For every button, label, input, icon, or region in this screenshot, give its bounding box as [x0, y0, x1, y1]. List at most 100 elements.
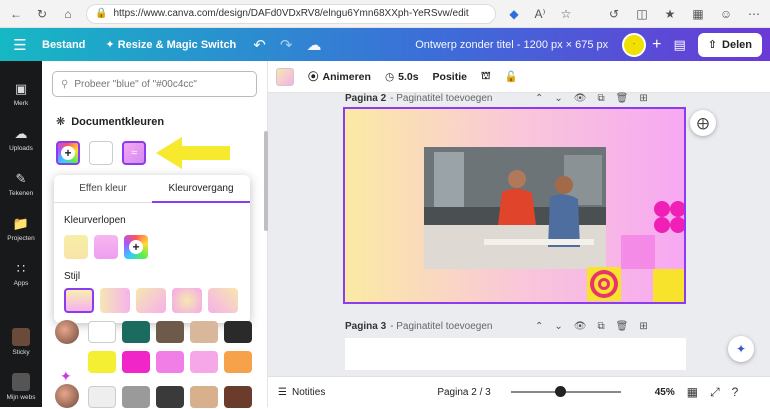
- color-swatch-white[interactable]: [89, 141, 113, 165]
- gradient-style-radial[interactable]: [172, 288, 202, 313]
- color-swatch[interactable]: [224, 321, 252, 343]
- collections-icon[interactable]: ▦: [690, 6, 706, 22]
- page-3-title-input[interactable]: - Paginatitel toevoegen: [390, 321, 492, 332]
- redo-icon[interactable]: ↷: [273, 36, 300, 54]
- add-page-icon[interactable]: ⊞: [639, 93, 647, 104]
- notes-label: Notities: [291, 386, 326, 398]
- address-bar[interactable]: 🔒 https://www.canva.com/design/DAFd0VDxR…: [86, 3, 496, 24]
- grid-view-icon[interactable]: ▦: [687, 385, 698, 399]
- fullscreen-icon[interactable]: ⤢: [710, 385, 720, 400]
- home-icon[interactable]: ⌂: [60, 6, 76, 22]
- color-swatch[interactable]: [122, 386, 150, 408]
- color-swatch[interactable]: [156, 321, 184, 343]
- magenta-circles-decoration: [654, 201, 684, 233]
- resize-button[interactable]: ✦ Resize & Magic Switch: [95, 38, 246, 51]
- page-indicator[interactable]: Pagina 2 / 3: [437, 387, 490, 398]
- add-page-icon[interactable]: ⊞: [639, 321, 647, 332]
- paint-roller-icon[interactable]: ⛫: [481, 70, 491, 84]
- move-down-icon[interactable]: ⌄: [554, 93, 562, 104]
- notes-button[interactable]: ☰ Notities: [278, 387, 325, 398]
- color-swatch[interactable]: [156, 351, 184, 373]
- add-collaborator-icon[interactable]: +: [652, 36, 661, 54]
- photo-color-thumb[interactable]: [55, 384, 79, 408]
- clock-icon: ◷: [384, 70, 395, 83]
- tab-solid-color[interactable]: Effen kleur: [54, 175, 152, 203]
- photo-color-thumb[interactable]: [55, 320, 79, 344]
- favorites-icon[interactable]: ★: [662, 6, 678, 22]
- rail-item-brand[interactable]: ▣ Merk: [0, 71, 42, 116]
- more-icon[interactable]: ⋯: [746, 6, 762, 22]
- file-button[interactable]: Bestand: [32, 39, 95, 51]
- profile-icon[interactable]: ☺: [718, 6, 734, 22]
- magic-assistant-button[interactable]: ✦: [728, 336, 754, 362]
- gradient-style-diagonal-reverse[interactable]: [208, 288, 238, 313]
- add-color-swatch[interactable]: +: [56, 141, 80, 165]
- magic-wand-icon[interactable]: ✦: [60, 368, 72, 385]
- rail-item-sticky[interactable]: Sticky: [0, 319, 42, 364]
- tab-gradient[interactable]: Kleurovergang: [152, 175, 250, 203]
- tag-icon[interactable]: ◆: [506, 6, 522, 22]
- position-button[interactable]: Positie: [433, 71, 467, 83]
- move-up-icon[interactable]: ⌃: [535, 321, 543, 332]
- color-swatch[interactable]: [190, 321, 218, 343]
- refresh-icon[interactable]: ↻: [34, 6, 50, 22]
- zoom-level[interactable]: 45%: [655, 387, 675, 398]
- gradient-swatch-pink[interactable]: [94, 235, 118, 259]
- page-2-title-input[interactable]: - Paginatitel toevoegen: [390, 93, 492, 104]
- split-icon[interactable]: ◫: [634, 6, 650, 22]
- rail-item-uploads[interactable]: ☁ Uploads: [0, 116, 42, 161]
- color-swatch[interactable]: [190, 386, 218, 408]
- move-up-icon[interactable]: ⌃: [535, 93, 543, 104]
- color-swatch[interactable]: [224, 386, 252, 408]
- background-color-button[interactable]: [276, 67, 294, 86]
- delete-page-icon[interactable]: 🗑: [616, 93, 629, 104]
- color-swatch[interactable]: [224, 351, 252, 373]
- gradient-style-diagonal[interactable]: [136, 288, 166, 313]
- help-icon[interactable]: ?: [732, 385, 739, 399]
- office-photo[interactable]: [424, 147, 606, 269]
- menu-icon[interactable]: ☰: [8, 36, 32, 54]
- design-page-3[interactable]: [345, 338, 686, 370]
- extensions-icon[interactable]: ↺: [606, 6, 622, 22]
- move-down-icon[interactable]: ⌄: [554, 321, 562, 332]
- add-gradient-swatch[interactable]: +: [124, 235, 148, 259]
- insights-icon[interactable]: ▤: [674, 37, 686, 53]
- share-button[interactable]: ⇧ Delen: [697, 32, 762, 57]
- rail-item-draw[interactable]: ✎ Tekenen: [0, 161, 42, 206]
- comment-button[interactable]: ⨁: [690, 110, 716, 136]
- gradient-style-vertical[interactable]: [64, 288, 94, 313]
- color-swatch[interactable]: [88, 351, 116, 373]
- back-icon[interactable]: ←: [8, 6, 24, 22]
- color-swatch[interactable]: [156, 386, 184, 408]
- undo-icon[interactable]: ↶: [246, 36, 273, 54]
- color-swatch[interactable]: [122, 351, 150, 373]
- color-swatch[interactable]: [88, 321, 116, 343]
- design-page-2[interactable]: [343, 107, 686, 304]
- duration-button[interactable]: ◷ 5.0s: [385, 71, 419, 83]
- duplicate-page-icon[interactable]: ⧉: [597, 321, 604, 332]
- delete-page-icon[interactable]: 🗑: [616, 321, 629, 332]
- lock-icon[interactable]: 🔓: [505, 70, 518, 83]
- rail-item-projects[interactable]: 📁 Projecten: [0, 206, 42, 251]
- hide-page-icon[interactable]: 👁: [574, 93, 587, 104]
- rail-item-web[interactable]: Mijn webs: [0, 364, 42, 409]
- duplicate-page-icon[interactable]: ⧉: [597, 93, 604, 104]
- design-title[interactable]: Ontwerp zonder titel - 1200 px × 675 px: [415, 39, 608, 51]
- rail-item-apps[interactable]: ∷ Apps: [0, 251, 42, 296]
- color-swatch[interactable]: [122, 321, 150, 343]
- cloud-save-icon[interactable]: ☁: [299, 36, 328, 54]
- zoom-slider-knob[interactable]: [554, 386, 566, 397]
- color-swatch-gradient[interactable]: ≈: [122, 141, 146, 165]
- search-input[interactable]: [74, 78, 245, 90]
- color-swatch[interactable]: [88, 386, 116, 408]
- color-search[interactable]: ⚲: [52, 71, 257, 97]
- color-swatch[interactable]: [190, 351, 218, 373]
- avatar[interactable]: -: [622, 32, 647, 57]
- animate-button[interactable]: ⦿ Animeren: [308, 69, 371, 84]
- zoom-slider[interactable]: [510, 386, 621, 397]
- read-aloud-icon[interactable]: A⁾: [532, 6, 548, 22]
- star-icon[interactable]: ☆: [558, 6, 574, 22]
- gradient-style-horizontal[interactable]: [100, 288, 130, 313]
- gradient-swatch-yellow[interactable]: [64, 235, 88, 259]
- hide-page-icon[interactable]: 👁: [574, 321, 587, 332]
